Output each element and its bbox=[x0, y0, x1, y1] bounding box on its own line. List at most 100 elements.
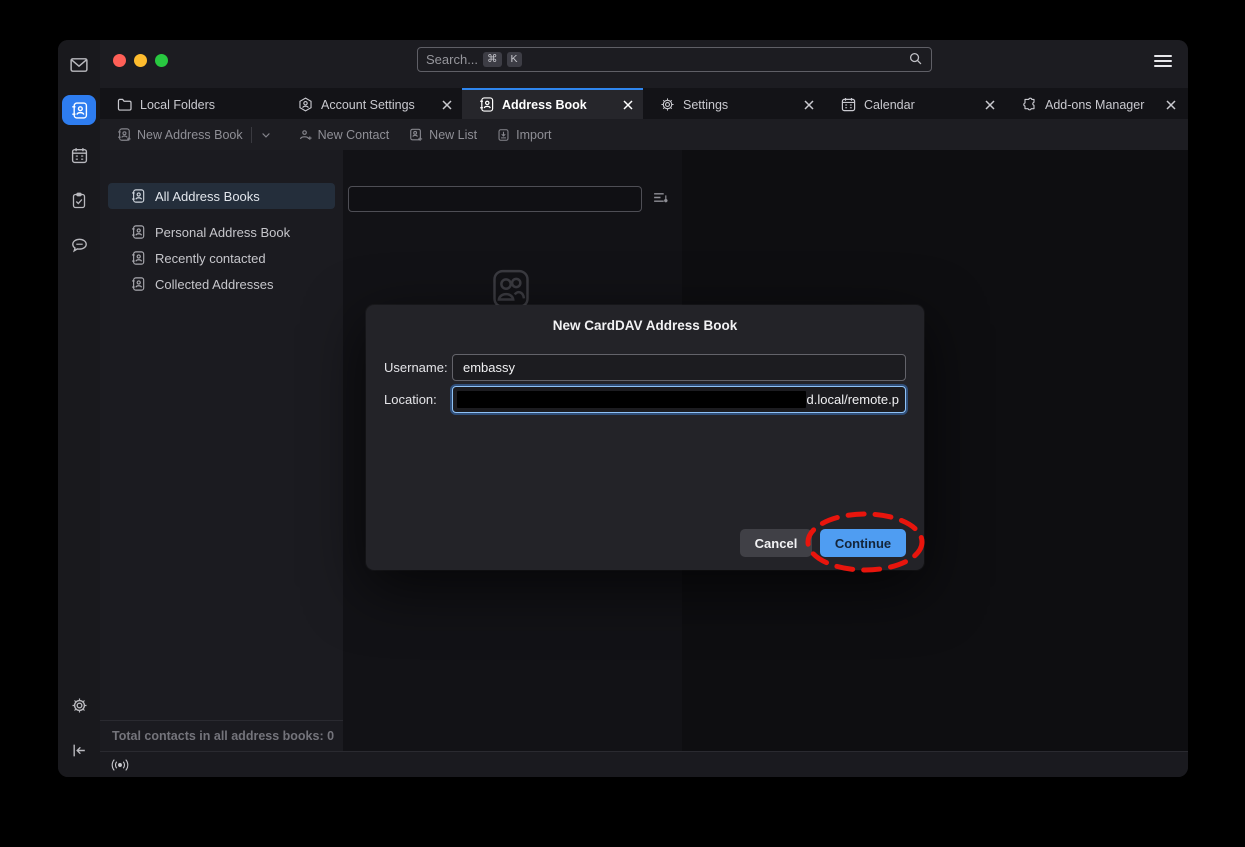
sidebar-item-collected-addresses[interactable]: Collected Addresses bbox=[108, 271, 335, 297]
address-book-space-button[interactable] bbox=[62, 95, 96, 125]
new-address-book-button[interactable]: New Address Book bbox=[117, 128, 243, 142]
tab-label: Calendar bbox=[864, 98, 915, 112]
sidebar-item-label: Recently contacted bbox=[155, 251, 266, 266]
tab-calendar[interactable]: Calendar bbox=[824, 88, 1005, 119]
dialog-title: New CardDAV Address Book bbox=[366, 318, 924, 333]
username-label: Username: bbox=[384, 360, 452, 375]
address-book-icon bbox=[479, 97, 494, 112]
toolbar-divider bbox=[251, 127, 252, 143]
sidebar-item-recently-contacted[interactable]: Recently contacted bbox=[108, 245, 335, 271]
chevron-down-icon bbox=[260, 129, 272, 141]
new-address-book-dropdown[interactable] bbox=[260, 129, 272, 141]
sidebar-item-personal-address-book[interactable]: Personal Address Book bbox=[108, 219, 335, 245]
tab-label: Address Book bbox=[502, 98, 587, 112]
cancel-button[interactable]: Cancel bbox=[740, 529, 812, 557]
address-book-icon bbox=[71, 102, 88, 119]
redaction-bar bbox=[457, 391, 806, 408]
new-list-button[interactable]: New List bbox=[409, 128, 477, 142]
close-icon[interactable] bbox=[985, 100, 995, 110]
sidebar-item-label: All Address Books bbox=[155, 189, 260, 204]
new-address-book-icon bbox=[117, 128, 131, 142]
username-field[interactable] bbox=[452, 354, 906, 381]
address-book-list: All Address Books Personal Address Book … bbox=[100, 150, 343, 297]
new-carddav-dialog: New CardDAV Address Book Username: Locat… bbox=[366, 305, 924, 570]
toolbar-label: New List bbox=[429, 128, 477, 142]
tab-settings[interactable]: Settings bbox=[643, 88, 824, 119]
calendar-icon bbox=[71, 147, 88, 164]
cmd-key-badge: ⌘ bbox=[483, 52, 502, 67]
location-field[interactable]: d.local/remote.p bbox=[452, 386, 906, 413]
address-book-icon bbox=[131, 225, 145, 239]
tab-account-settings[interactable]: Account Settings bbox=[281, 88, 462, 119]
spaces-toolbar bbox=[58, 40, 100, 777]
close-icon[interactable] bbox=[1166, 100, 1176, 110]
close-icon[interactable] bbox=[623, 100, 633, 110]
mail-space-button[interactable] bbox=[62, 50, 96, 80]
toolbar-label: Import bbox=[516, 128, 551, 142]
gear-icon bbox=[660, 97, 675, 112]
tab-local-folders[interactable]: Local Folders bbox=[100, 88, 281, 119]
location-row: Location: d.local/remote.p bbox=[384, 386, 906, 413]
close-window-button[interactable] bbox=[113, 54, 126, 67]
account-badge-icon bbox=[298, 97, 313, 112]
global-search-bar[interactable]: Search... ⌘ K bbox=[417, 47, 932, 72]
collapse-sidebar-icon bbox=[71, 742, 88, 759]
minimize-window-button[interactable] bbox=[134, 54, 147, 67]
broadcast-icon bbox=[110, 758, 130, 772]
spaces-settings-button[interactable] bbox=[62, 690, 96, 720]
window-controls bbox=[113, 54, 168, 67]
tasks-icon bbox=[71, 192, 87, 209]
mail-icon bbox=[70, 57, 88, 73]
username-row: Username: bbox=[384, 354, 906, 381]
location-label: Location: bbox=[384, 392, 452, 407]
settings-gear-icon bbox=[71, 697, 88, 714]
collapse-spaces-button[interactable] bbox=[62, 735, 96, 765]
tab-label: Account Settings bbox=[321, 98, 415, 112]
search-icon bbox=[908, 51, 923, 69]
import-icon bbox=[497, 128, 510, 142]
tab-address-book[interactable]: Address Book bbox=[462, 88, 643, 119]
sidebar-item-label: Collected Addresses bbox=[155, 277, 274, 292]
address-book-toolbar: New Address Book New Contact New List bbox=[100, 119, 1188, 150]
tab-bar: Local Folders Account Settings Address B… bbox=[100, 88, 1188, 119]
folder-icon bbox=[117, 98, 132, 111]
sidebar-item-all-address-books[interactable]: All Address Books bbox=[108, 183, 335, 209]
contacts-search-input[interactable] bbox=[348, 186, 642, 212]
status-bar bbox=[100, 751, 1188, 777]
dialog-buttons: Cancel Continue bbox=[740, 529, 906, 557]
search-placeholder: Search... bbox=[426, 52, 478, 67]
close-icon[interactable] bbox=[804, 100, 814, 110]
new-contact-icon bbox=[298, 128, 312, 142]
tab-label: Local Folders bbox=[140, 98, 215, 112]
import-button[interactable]: Import bbox=[497, 128, 551, 142]
address-book-icon bbox=[131, 277, 145, 291]
chat-icon bbox=[71, 237, 88, 254]
total-contacts-status: Total contacts in all address books: 0 bbox=[100, 720, 343, 751]
calendar-icon bbox=[841, 97, 856, 112]
app-menu-button[interactable] bbox=[1154, 53, 1172, 69]
puzzle-icon bbox=[1022, 97, 1037, 112]
toolbar-label: New Address Book bbox=[137, 128, 243, 142]
display-options-icon bbox=[652, 189, 669, 206]
screen: Search... ⌘ K Local Folders bbox=[0, 0, 1245, 847]
new-list-icon bbox=[409, 128, 423, 142]
k-key-badge: K bbox=[507, 52, 522, 67]
display-options-button[interactable] bbox=[652, 189, 669, 211]
address-books-sidebar: All Address Books Personal Address Book … bbox=[100, 150, 343, 751]
tab-label: Add-ons Manager bbox=[1045, 98, 1144, 112]
new-contact-button[interactable]: New Contact bbox=[298, 128, 390, 142]
address-book-icon bbox=[131, 189, 145, 203]
address-book-icon bbox=[131, 251, 145, 265]
zoom-window-button[interactable] bbox=[155, 54, 168, 67]
sidebar-item-label: Personal Address Book bbox=[155, 225, 290, 240]
calendar-space-button[interactable] bbox=[62, 140, 96, 170]
close-icon[interactable] bbox=[442, 100, 452, 110]
chat-space-button[interactable] bbox=[62, 230, 96, 260]
titlebar: Search... ⌘ K bbox=[100, 40, 1188, 88]
tasks-space-button[interactable] bbox=[62, 185, 96, 215]
location-visible-tail: d.local/remote.p bbox=[806, 392, 900, 407]
tab-addons-manager[interactable]: Add-ons Manager bbox=[1005, 88, 1186, 119]
tab-label: Settings bbox=[683, 98, 728, 112]
toolbar-label: New Contact bbox=[318, 128, 390, 142]
continue-button[interactable]: Continue bbox=[820, 529, 906, 557]
